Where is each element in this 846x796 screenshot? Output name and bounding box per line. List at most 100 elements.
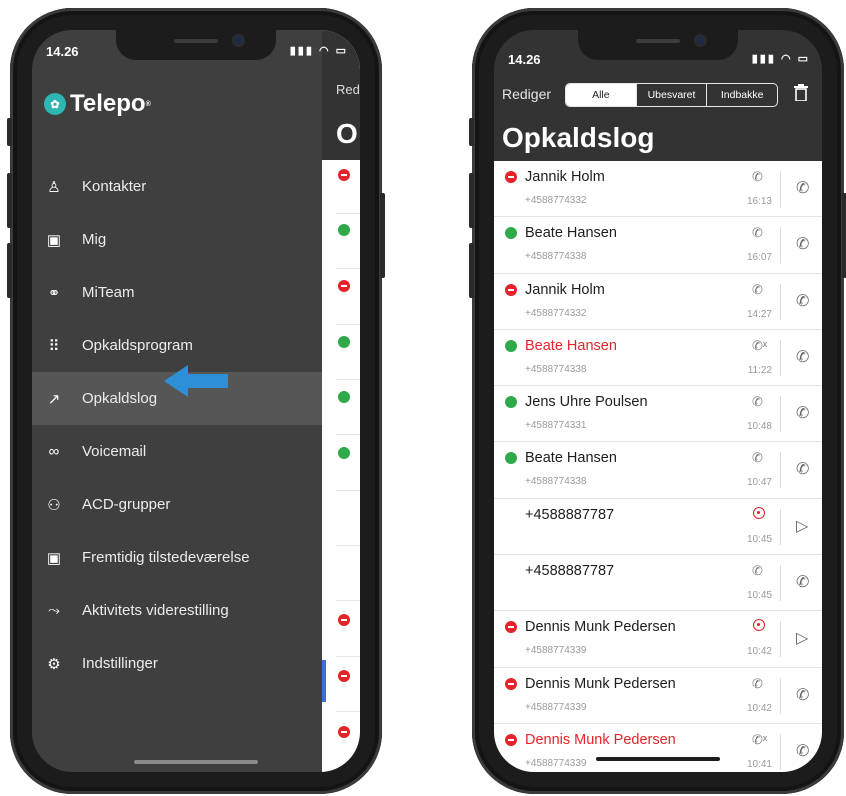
status-icons: ▮▮▮ ◠ ▭ [751,53,810,65]
id-card-icon: ▣ [46,231,62,249]
divider [336,600,360,601]
divider [780,733,781,770]
caller-number: +4588774332 [525,307,587,319]
call-back-button[interactable]: ✆ [796,403,809,423]
menu-item-label: Kontakter [82,178,147,195]
presence-status-icon [505,339,517,352]
divider [336,379,360,380]
call-row[interactable]: Dennis Munk Pedersen +4588774339 10:42 ▷ [494,611,822,668]
call-row[interactable]: +4588887787 10:45 ▷ [494,499,822,556]
call-time: 10:47 [746,477,772,489]
missed-call-icon: ✆ˣ [752,337,768,353]
caller-name: Jannik Holm [525,281,605,298]
outgoing-call-icon: ✆ [752,281,763,297]
caller-number: +4588774331 [525,420,587,432]
menu-item-miteam[interactable]: ⚭ MiTeam [32,266,322,319]
presence-status-icon [505,227,517,240]
divider [780,677,781,714]
tab-ubesvaret[interactable]: Ubesvaret [637,84,708,106]
menu-item-aktivitets-viderestilling[interactable]: ⤳ Aktivitets viderestilling [32,584,322,637]
menu-item-indstillinger[interactable]: ⚙ Indstillinger [32,637,322,690]
menu-item-kontakter[interactable]: ♙ Kontakter [32,160,322,213]
call-row[interactable]: Jens Uhre Poulsen +4588774331 ✆ 10:48 ✆ [494,386,822,443]
call-back-button[interactable]: ✆ [796,347,809,367]
call-time: 10:45 [746,590,772,602]
menu-item-label: ACD-grupper [82,496,171,513]
incoming-call-icon: ✆ [752,563,763,579]
call-back-button[interactable]: ✆ [796,685,809,705]
underlying-edit-label: Red [336,82,360,97]
presence-status-icon [505,621,517,634]
status-dot [338,391,350,403]
call-back-button[interactable]: ✆ [796,234,809,254]
menu-item-label: Fremtidig tilstedeværelse [82,549,250,566]
status-bar: 14.26 ▮▮▮ ◠ ▭ [32,44,360,64]
tab-indbakke[interactable]: Indbakke [707,84,777,106]
presence-status-icon [505,283,517,296]
call-row[interactable]: Jannik Holm +4588774332 ✆ 14:27 ✆ [494,274,822,330]
call-time: 16:13 [746,196,772,207]
call-time: 10:42 [746,702,772,714]
call-time: 10:45 [746,533,772,545]
status-dot [338,280,350,292]
divider [336,490,360,491]
trash-icon[interactable] [794,84,808,101]
home-indicator[interactable] [596,757,720,761]
play-voicemail-button[interactable]: ▷ [796,628,808,648]
caller-number: +4588774338 [525,476,587,488]
play-voicemail-button[interactable]: ▷ [796,516,808,536]
call-row[interactable]: Jannik Holm +4588774332 ✆ 16:13 ✆ [494,161,822,218]
calendar-icon: ▣ [46,549,62,567]
menu-item-voicemail[interactable]: ∞ Voicemail [32,425,322,478]
home-indicator[interactable] [134,760,258,764]
status-dot [338,169,350,181]
telepo-logo: ✿ Telepo ® [44,90,151,118]
right-phone-frame: 14.26 ▮▮▮ ◠ ▭ Rediger Alle Ubesvaret Ind… [469,8,846,794]
edit-button[interactable]: Rediger [502,86,551,102]
mute-switch [469,118,474,146]
divider [336,656,360,657]
call-row[interactable]: Beate Hansen +4588774338 ✆ˣ 11:22 ✆ [494,330,822,387]
record-icon [753,619,765,632]
divider [780,227,781,264]
caller-name: Dennis Munk Pedersen [525,731,676,748]
telepo-logo-icon: ✿ [44,93,66,115]
call-row[interactable]: Dennis Munk Pedersen +4588774339 ✆ˣ 10:41 ✆ [494,724,822,772]
call-row[interactable]: +4588887787 ✆ 10:45 ✆ [494,555,822,612]
volume-down-button [469,243,474,298]
call-back-button[interactable]: ✆ [796,291,809,311]
caller-name: Beate Hansen [525,337,617,354]
gear-icon: ⚙ [47,655,61,673]
caller-number: +4588774332 [525,195,587,206]
call-back-button[interactable]: ✆ [796,178,809,198]
menu-item-label: Voicemail [82,443,147,460]
call-time: 10:42 [746,646,772,658]
caller-number: +4588774339 [525,645,587,657]
acd-group-icon: ⚇ [47,496,61,514]
missed-call-icon: ✆ˣ [752,731,768,747]
call-back-button[interactable]: ✆ [796,459,809,479]
caller-name: Beate Hansen [525,225,617,242]
incoming-call-icon: ✆ [752,225,763,241]
brand-registered-mark: ® [145,100,151,108]
status-time: 14.26 [508,52,541,67]
menu-item-fremtidig-tilstedevaerelse[interactable]: ▣ Fremtidig tilstedeværelse [32,531,322,584]
menu-item-acd-grupper[interactable]: ⚇ ACD-grupper [32,478,322,531]
menu-item-mig[interactable]: ▣ Mig [32,213,322,266]
call-row[interactable]: Beate Hansen +4588774338 ✆ 10:47 ✆ [494,442,822,499]
call-row[interactable]: Beate Hansen +4588774338 ✆ 16:07 ✆ [494,217,822,274]
caller-name: Dennis Munk Pedersen [525,675,676,692]
divider [780,621,781,658]
pointer-arrow-icon [164,365,228,397]
forward-icon: ⤳ [47,602,60,619]
status-icons: ▮▮▮ ◠ ▭ [289,45,348,57]
menu-item-label: Mig [82,231,107,248]
team-icon: ⚭ [47,284,61,302]
call-back-button[interactable]: ✆ [796,741,809,761]
call-back-button[interactable]: ✆ [796,572,809,592]
tab-alle[interactable]: Alle [566,84,637,106]
call-row[interactable]: Dennis Munk Pedersen +4588774339 ✆ 10:42 ✆ [494,668,822,724]
status-dot [338,224,350,236]
side-menu: ✿ Telepo ® ♙ Kontakter ▣ Mig ⚭ MiTeam ⠿ … [32,30,322,772]
status-bar: 14.26 ▮▮▮ ◠ ▭ [494,52,822,72]
